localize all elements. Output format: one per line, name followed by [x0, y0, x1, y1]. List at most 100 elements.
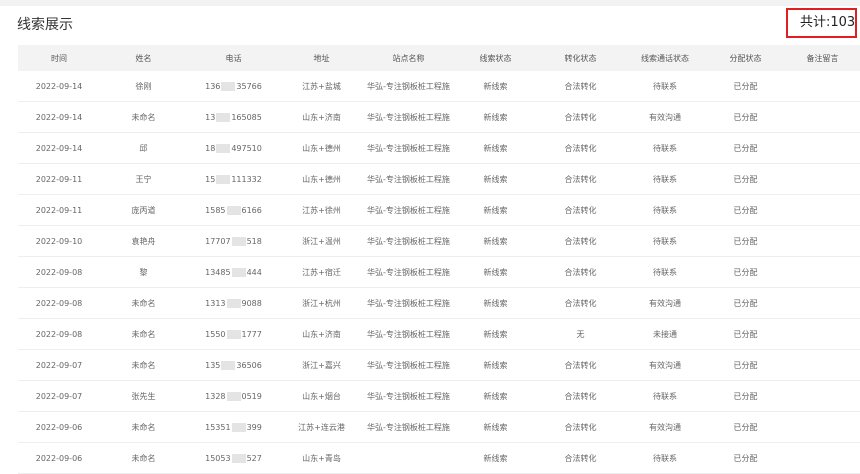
phone-number: 18 497510	[205, 143, 262, 153]
assign-status-cell: 已分配	[733, 112, 758, 122]
table-row[interactable]: 2022-09-14 未命名 13 165085 山东+济南 华弘-专注钢板桩工程施 新线索…	[18, 102, 860, 133]
assign-status-cell: 已分配	[733, 143, 758, 153]
site-name-cell: 华弘-专注钢板桩工程施	[367, 174, 450, 184]
name-cell: 未命名	[131, 112, 156, 122]
call-status-cell: 有效沟通	[649, 112, 681, 122]
conversion-status-cell: 合法转化	[564, 143, 597, 153]
phone-cell: 13485 444	[187, 267, 280, 277]
column-header: 线索状态	[479, 53, 512, 63]
phone-number: 15351 399	[205, 422, 262, 432]
conversion-status-cell: 无	[576, 329, 585, 339]
conversion-status-cell: 合法转化	[564, 112, 597, 122]
assign-status-cell: 已分配	[733, 329, 758, 339]
call-status-cell: 待联系	[653, 236, 677, 246]
site-name-cell: 华弘-专注钢板桩工程施	[367, 267, 450, 277]
table-row[interactable]: 2022-09-14 邱 18 497510 山东+德州 华弘-专注钢板桩工程施 新线索 合法…	[18, 133, 860, 164]
table-row[interactable]: 2022-09-11 庞丙道 1585 6166 江苏+徐州 华弘-专注钢板桩工程施 新线索…	[18, 195, 860, 226]
assign-status-cell: 已分配	[733, 422, 758, 432]
table-row[interactable]: 2022-09-06 未命名 15351 399 江苏+连云港 华弘-专注钢板桩工程施 新线…	[18, 412, 860, 443]
phone-suffix: 497510	[231, 143, 262, 153]
column-header: 电话	[225, 53, 242, 63]
name-cell: 庞丙道	[131, 205, 156, 215]
address-cell: 江苏+连云港	[298, 422, 345, 432]
phone-mask	[231, 236, 246, 246]
page-header: 线索展示 共计:103条	[0, 6, 860, 40]
phone-prefix: 135	[205, 360, 221, 370]
table-row[interactable]: 2022-09-07 未命名 135 36506 浙江+嘉兴 华弘-专注钢板桩工程施 新线索…	[18, 350, 860, 381]
table-row[interactable]: 2022-09-08 未命名 1313 9088 浙江+杭州 华弘-专注钢板桩工程施 新线索…	[18, 288, 860, 319]
phone-suffix: 444	[246, 267, 262, 277]
phone-suffix: 9088	[241, 298, 262, 308]
lead-status-cell: 新线索	[483, 422, 508, 432]
phone-mask	[221, 81, 236, 91]
phone-number: 15 111332	[205, 174, 262, 184]
address-cell: 浙江+温州	[302, 236, 341, 246]
name-cell: 未命名	[131, 422, 156, 432]
total-count: 共计:103条	[786, 8, 857, 38]
phone-prefix: 17707	[205, 236, 231, 246]
phone-mask	[226, 298, 241, 308]
phone-cell: 136 35766	[187, 81, 280, 91]
column-header: 备注留言	[806, 53, 839, 63]
phone-number: 17707 518	[205, 236, 262, 246]
column-header: 转化状态	[564, 53, 597, 63]
phone-cell: 1585 6166	[187, 205, 280, 215]
table-row[interactable]: 2022-09-14 徐刚 136 35766 江苏+盐城 华弘-专注钢板桩工程施 新线索 合…	[18, 71, 860, 102]
date-cell: 2022-09-11	[35, 205, 83, 215]
table-row[interactable]: 2022-09-06 未命名 15053 527 山东+青岛 新线索 合法转化 待联系 已分配	[18, 443, 860, 474]
date-cell: 2022-09-08	[35, 267, 83, 277]
phone-mask	[231, 267, 246, 277]
site-name-cell: 华弘-专注钢板桩工程施	[367, 329, 450, 339]
table-row[interactable]: 2022-09-07 张先生 1328 0519 山东+烟台 华弘-专注钢板桩工程施 新线索…	[18, 381, 860, 412]
conversion-status-cell: 合法转化	[564, 267, 597, 277]
phone-suffix: 36506	[236, 360, 262, 370]
phone-mask	[231, 422, 246, 432]
call-status-cell: 待联系	[653, 205, 677, 215]
table-row[interactable]: 2022-09-10 袁艳舟 17707 518 浙江+温州 华弘-专注钢板桩工程施 新线索…	[18, 226, 860, 257]
conversion-status-cell: 合法转化	[564, 360, 597, 370]
address-cell: 浙江+嘉兴	[302, 360, 341, 370]
date-cell: 2022-09-08	[35, 329, 83, 339]
conversion-status-cell: 合法转化	[564, 174, 597, 184]
table-row[interactable]: 2022-09-08 未命名 1550 1777 山东+济南 华弘-专注钢板桩工程施 新线索…	[18, 319, 860, 350]
date-cell: 2022-09-07	[35, 360, 83, 370]
site-name-cell: 华弘-专注钢板桩工程施	[367, 298, 450, 308]
address-cell: 江苏+盐城	[302, 81, 341, 91]
call-status-cell: 有效沟通	[649, 360, 681, 370]
address-cell: 山东+青岛	[302, 453, 341, 463]
table-header: 时间 姓名 电话 地址 站点名称 线索状态 转化状态 线索通话状态 分配状态 备注留言	[18, 45, 860, 71]
lead-status-cell: 新线索	[483, 298, 508, 308]
name-cell: 张先生	[131, 391, 156, 401]
phone-number: 1328 0519	[205, 391, 262, 401]
column-header: 站点名称	[392, 53, 425, 63]
phone-cell: 13 165085	[187, 112, 280, 122]
phone-prefix: 18	[205, 143, 216, 153]
phone-mask	[226, 329, 241, 339]
phone-suffix: 35766	[236, 81, 262, 91]
phone-cell: 1328 0519	[187, 391, 280, 401]
phone-prefix: 1550	[205, 329, 226, 339]
date-cell: 2022-09-10	[35, 236, 83, 246]
assign-status-cell: 已分配	[733, 81, 758, 91]
site-name-cell: 华弘-专注钢板桩工程施	[367, 143, 450, 153]
table-row[interactable]: 2022-09-08 黎 13485 444 江苏+宿迁 华弘-专注钢板桩工程施 新线索 合法…	[18, 257, 860, 288]
lead-status-cell: 新线索	[483, 205, 508, 215]
name-cell: 未命名	[131, 360, 156, 370]
name-cell: 未命名	[131, 453, 156, 463]
phone-mask	[221, 360, 236, 370]
assign-status-cell: 已分配	[733, 236, 758, 246]
assign-status-cell: 已分配	[733, 174, 758, 184]
assign-status-cell: 已分配	[733, 360, 758, 370]
phone-suffix: 1777	[241, 329, 262, 339]
phone-cell: 1313 9088	[187, 298, 280, 308]
call-status-cell: 未接通	[653, 329, 677, 339]
call-status-cell: 待联系	[653, 267, 677, 277]
name-cell: 未命名	[131, 298, 156, 308]
date-cell: 2022-09-14	[35, 143, 83, 153]
column-header: 时间	[51, 53, 67, 63]
assign-status-cell: 已分配	[733, 267, 758, 277]
date-cell: 2022-09-08	[35, 298, 83, 308]
lead-status-cell: 新线索	[483, 329, 508, 339]
phone-suffix: 527	[246, 453, 262, 463]
table-row[interactable]: 2022-09-11 王宁 15 111332 山东+德州 华弘-专注钢板桩工程施 新线索 合…	[18, 164, 860, 195]
